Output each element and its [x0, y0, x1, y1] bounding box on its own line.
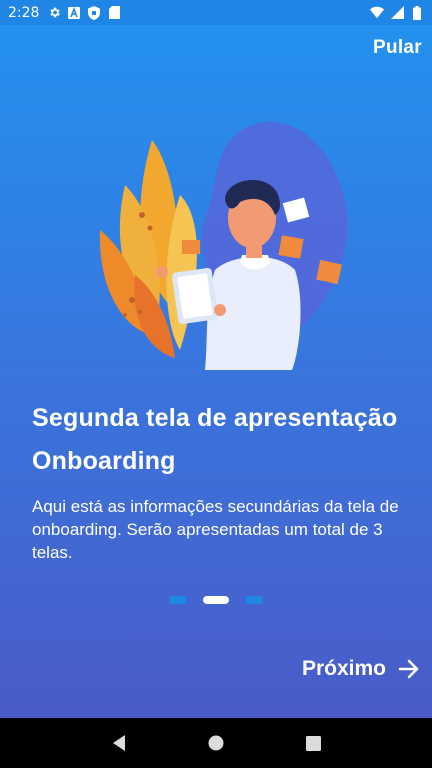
status-time: 2:28	[8, 4, 40, 21]
onboarding-screen: Pular Segunda tela de apresentação Onboa…	[0, 25, 432, 718]
navigation-bar	[0, 718, 432, 768]
next-button[interactable]: Próximo	[302, 657, 420, 681]
arrow-right-icon	[398, 659, 419, 679]
onboarding-description: Aqui está as informações secundárias da …	[32, 497, 399, 562]
onboarding-illustration	[99, 121, 348, 370]
next-button-label: Próximo	[301, 657, 386, 680]
recents-icon[interactable]	[306, 735, 322, 751]
sd-card-icon	[107, 6, 121, 20]
wifi-icon	[370, 6, 384, 20]
onboarding-title: Segunda tela de apresentação Onboarding	[32, 404, 398, 475]
battery-icon	[410, 5, 424, 20]
home-icon[interactable]	[208, 735, 224, 751]
page-dot-2-active	[203, 596, 229, 604]
shield-icon	[87, 5, 101, 20]
font-icon	[67, 6, 81, 20]
page-dot-1	[169, 596, 187, 604]
skip-button[interactable]: Pular	[373, 37, 422, 59]
page-indicator	[0, 596, 432, 604]
gear-icon	[47, 6, 61, 20]
page-dot-3	[245, 596, 263, 604]
status-bar: 2:28	[0, 0, 432, 25]
signal-icon	[390, 6, 404, 20]
back-icon[interactable]	[111, 734, 127, 752]
